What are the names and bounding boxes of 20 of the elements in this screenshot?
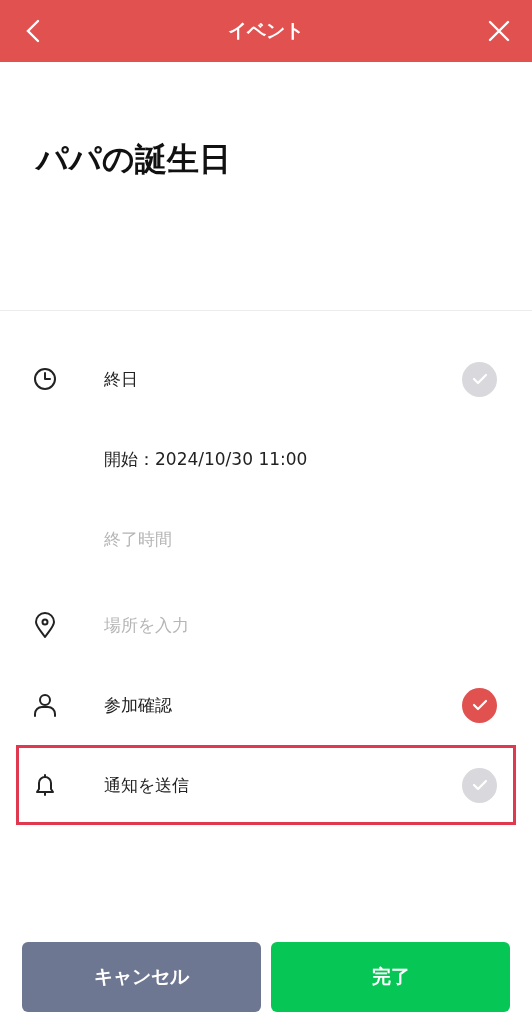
person-icon bbox=[33, 693, 57, 717]
clock-icon bbox=[33, 367, 57, 391]
cancel-button[interactable]: キャンセル bbox=[22, 942, 261, 1012]
bell-icon bbox=[33, 773, 57, 797]
check-toggle[interactable] bbox=[462, 361, 497, 397]
location-field[interactable]: 場所を入力 bbox=[104, 615, 497, 635]
option-label: 参加確認 bbox=[104, 693, 173, 717]
check-toggle[interactable] bbox=[462, 687, 497, 723]
start-time[interactable]: 開始：2024/10/30 11:00 bbox=[104, 447, 497, 471]
option-label: 通知を送信 bbox=[104, 773, 190, 797]
check-toggle[interactable] bbox=[462, 767, 497, 803]
checkmark-icon bbox=[471, 373, 488, 385]
close-button[interactable] bbox=[486, 18, 512, 44]
checkmark-icon bbox=[471, 779, 488, 791]
window-title: イベント bbox=[228, 18, 304, 43]
option-label: 終日 bbox=[104, 367, 139, 391]
checkmark-icon bbox=[471, 699, 488, 711]
location-pin-icon bbox=[34, 612, 56, 638]
event-title: パパの誕生日 bbox=[36, 139, 232, 180]
done-button[interactable]: 完了 bbox=[271, 942, 510, 1012]
